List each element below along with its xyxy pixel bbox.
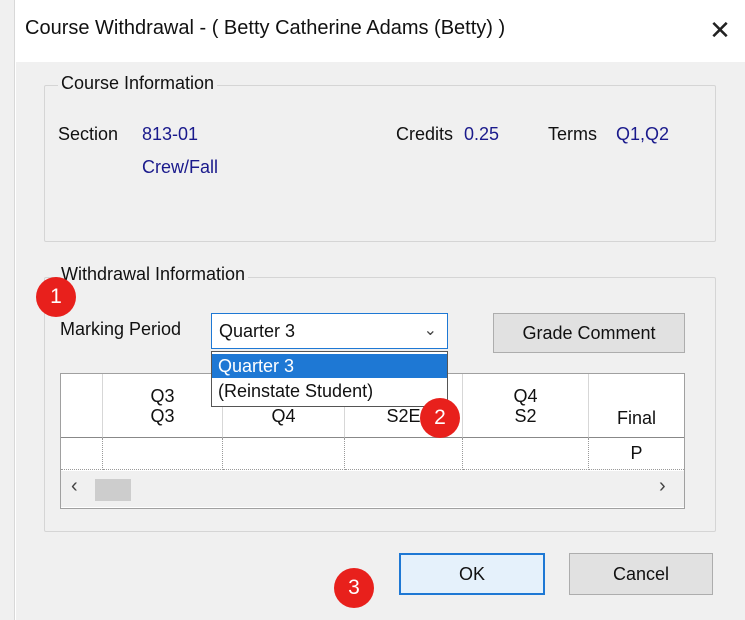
grid-cell-rowselector[interactable] <box>61 438 103 470</box>
credits-label: Credits <box>396 124 454 144</box>
annotation-badge-3: 3 <box>334 568 374 608</box>
grid-cell-col3[interactable] <box>345 438 463 470</box>
grid-header-col4[interactable]: Q4 S2 <box>463 374 589 438</box>
grid-header-col1[interactable]: Q3 Q3 <box>103 374 223 438</box>
horizontal-scrollbar[interactable]: ‹ › <box>61 471 684 507</box>
terms-label: Terms <box>548 124 597 144</box>
grid-header-col4-line1: Q4 <box>513 386 538 406</box>
grid-cell-col1[interactable] <box>103 438 223 470</box>
chevron-down-icon[interactable]: ⌄ <box>424 320 437 340</box>
grid-header-col4-line2: S2 <box>514 406 537 426</box>
terms-value: Q1,Q2 <box>616 124 670 144</box>
grade-comment-button[interactable]: Grade Comment <box>493 313 685 353</box>
marking-period-selected-value: Quarter 3 <box>219 321 296 341</box>
credits-value: 0.25 <box>464 124 500 144</box>
scroll-left-icon[interactable]: ‹ <box>71 475 78 498</box>
scrollbar-thumb[interactable] <box>95 479 131 501</box>
option-quarter-3[interactable]: Quarter 3 <box>212 354 447 378</box>
marking-period-dropdown-list[interactable]: Quarter 3 (Reinstate Student) <box>211 351 448 407</box>
annotation-badge-1: 1 <box>36 277 76 317</box>
course-information-label: Course Information <box>58 73 218 94</box>
grid-header-col5[interactable]: Final <box>589 374 684 438</box>
withdrawal-information-label: Withdrawal Information <box>58 264 249 285</box>
grid-header-col5-line2: Final <box>616 408 656 428</box>
annotation-badge-2: 2 <box>420 398 460 438</box>
dialog-title: Course Withdrawal - ( Betty Catherine Ad… <box>25 17 506 39</box>
section-label: Section <box>58 124 119 144</box>
scroll-right-icon[interactable]: › <box>659 475 666 498</box>
grid-header-col1-line1: Q3 <box>150 386 175 406</box>
cancel-button[interactable]: Cancel <box>569 553 713 595</box>
marking-period-label: Marking Period <box>60 319 182 339</box>
option-reinstate-student[interactable]: (Reinstate Student) <box>212 379 447 403</box>
background-window-strip <box>0 0 15 620</box>
grid-cell-col4[interactable] <box>463 438 589 470</box>
grid-header-rowselector <box>61 374 103 438</box>
grid-header-col2-line2: Q4 <box>271 406 296 426</box>
grid-header-col1-line2: Q3 <box>150 406 175 426</box>
grid-cell-col2[interactable] <box>223 438 345 470</box>
grid-cell-final[interactable]: P <box>589 438 684 470</box>
close-icon[interactable]: ✕ <box>700 8 740 52</box>
course-name: Crew/Fall <box>142 157 219 177</box>
ok-button[interactable]: OK <box>399 553 545 595</box>
section-value: 813-01 <box>142 124 199 144</box>
marking-period-select[interactable]: Quarter 3 ⌄ <box>211 313 448 349</box>
